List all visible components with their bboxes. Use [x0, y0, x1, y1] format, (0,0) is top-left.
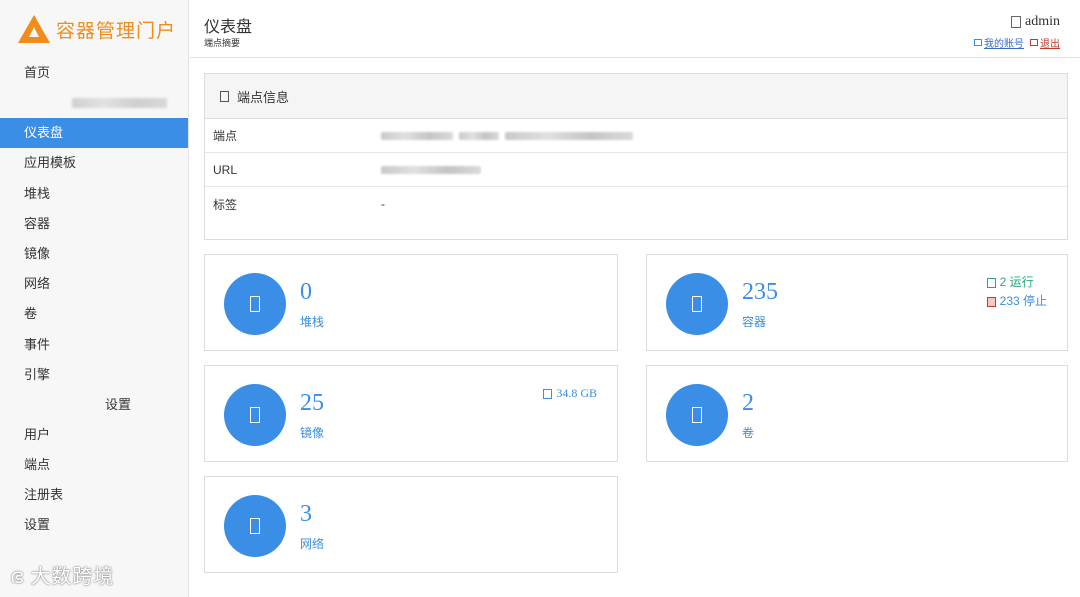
my-account-label: 我的账号	[984, 39, 1024, 50]
tags-label: 标签	[213, 197, 238, 212]
endpoint-info-panel: 端点信息 端点 URL 标签 -	[204, 73, 1068, 240]
containers-widget[interactable]: 235 容器 2 运行 233 停止	[646, 254, 1068, 351]
networks-widget[interactable]: 3 网络	[204, 476, 618, 573]
redacted-text	[381, 131, 453, 140]
endpoint-row: 端点	[205, 119, 1067, 153]
stacks-widget[interactable]: 0 堆栈	[204, 254, 618, 351]
sidebar-item-containers[interactable]: 容器	[0, 209, 188, 239]
containers-label: 容器	[742, 315, 767, 329]
heartbeat-icon	[986, 277, 996, 288]
sidebar-item-settings[interactable]: 设置	[0, 510, 188, 540]
sidebar-section-settings: 设置	[104, 396, 131, 412]
networks-count: 3	[300, 501, 312, 527]
redacted-text	[505, 131, 633, 140]
endpoint-value	[381, 131, 633, 140]
sidebar-item-stacks[interactable]: 堆栈	[0, 179, 188, 209]
images-label: 镜像	[300, 426, 325, 440]
server-icon	[692, 296, 702, 312]
containers-running: 2 运行	[986, 273, 1047, 292]
stacks-label: 堆栈	[300, 315, 325, 329]
sidebar: 容器管理门户 首页 仪表盘 应用模板 堆栈 容器 镜像 网络 卷 事件 引擎 设…	[0, 0, 189, 597]
sidebar-item-networks[interactable]: 网络	[0, 269, 188, 299]
sidebar-item-app-templates[interactable]: 应用模板	[0, 148, 188, 178]
stopped-text: 233 停止	[999, 294, 1047, 308]
logout-label: 退出	[1040, 39, 1060, 50]
volumes-count: 2	[742, 390, 754, 416]
redacted-text	[72, 98, 167, 109]
user-menu: admin	[1011, 14, 1060, 30]
sidebar-item-users[interactable]: 用户	[0, 420, 188, 450]
containers-status: 2 运行 233 停止	[986, 273, 1047, 311]
images-size: 34.8 GB	[543, 386, 597, 401]
th-list-icon	[250, 296, 260, 312]
user-icon	[1011, 16, 1021, 28]
sidebar-endpoint-name[interactable]	[0, 88, 188, 118]
user-links: 我的账号 退出	[974, 35, 1060, 50]
sidebar-item-events[interactable]: 事件	[0, 330, 188, 360]
clone-icon	[250, 407, 260, 423]
networks-icon-circle	[224, 495, 286, 557]
sidebar-item-volumes[interactable]: 卷	[0, 299, 188, 329]
containers-stopped: 233 停止	[986, 292, 1047, 311]
tags-value: -	[381, 197, 385, 211]
cubes-icon	[692, 407, 702, 423]
sidebar-item-home[interactable]: 首页	[0, 58, 188, 88]
images-widget[interactable]: 25 镜像 34.8 GB	[204, 365, 618, 462]
page-title: 仪表盘	[204, 19, 253, 36]
sidebar-item-engine[interactable]: 引擎	[0, 360, 188, 390]
images-size-text: 34.8 GB	[556, 386, 597, 400]
logo-icon	[18, 15, 50, 43]
networks-label: 网络	[300, 537, 325, 551]
volumes-icon-circle	[666, 384, 728, 446]
sitemap-icon	[250, 518, 260, 534]
url-label: URL	[213, 162, 238, 177]
page-header: 仪表盘 端点摘要 admin 我的账号 退出	[190, 0, 1080, 58]
images-count: 25	[300, 390, 324, 416]
sidebar-item-dashboard[interactable]: 仪表盘	[0, 118, 188, 149]
my-account-link[interactable]: 我的账号	[974, 35, 1024, 50]
stacks-icon-circle	[224, 273, 286, 335]
redacted-text	[459, 131, 499, 140]
containers-count: 235	[742, 279, 778, 305]
containers-icon-circle	[666, 273, 728, 335]
images-icon-circle	[224, 384, 286, 446]
watermark-text: 大数跨境	[30, 566, 115, 588]
tags-row: 标签 -	[205, 187, 1067, 221]
endpoint-label: 端点	[213, 129, 238, 143]
url-value	[381, 165, 481, 174]
sidebar-item-endpoints[interactable]: 端点	[0, 450, 188, 480]
watermark: ഭ 大数跨境	[10, 566, 115, 588]
url-row: URL	[205, 153, 1067, 187]
page-subtitle: 端点摘要	[204, 38, 241, 48]
username: admin	[1025, 14, 1060, 29]
app-name: 容器管理门户	[56, 20, 177, 42]
volumes-label: 卷	[742, 426, 755, 440]
logo[interactable]: 容器管理门户	[0, 0, 188, 58]
account-icon	[974, 39, 982, 46]
endpoint-info-header: 端点信息	[205, 74, 1067, 119]
logout-icon	[1030, 39, 1038, 46]
sidebar-item-registries[interactable]: 注册表	[0, 480, 188, 510]
endpoint-info-title: 端点信息	[237, 89, 290, 105]
sidebar-item-images[interactable]: 镜像	[0, 239, 188, 269]
stop-icon	[986, 296, 996, 307]
pie-chart-icon	[543, 388, 553, 399]
redacted-text	[381, 165, 481, 174]
running-text: 2 运行	[999, 275, 1034, 289]
logout-link[interactable]: 退出	[1030, 35, 1060, 50]
volumes-widget[interactable]: 2 卷	[646, 365, 1068, 462]
tachometer-icon	[220, 90, 229, 102]
stacks-count: 0	[300, 279, 312, 305]
